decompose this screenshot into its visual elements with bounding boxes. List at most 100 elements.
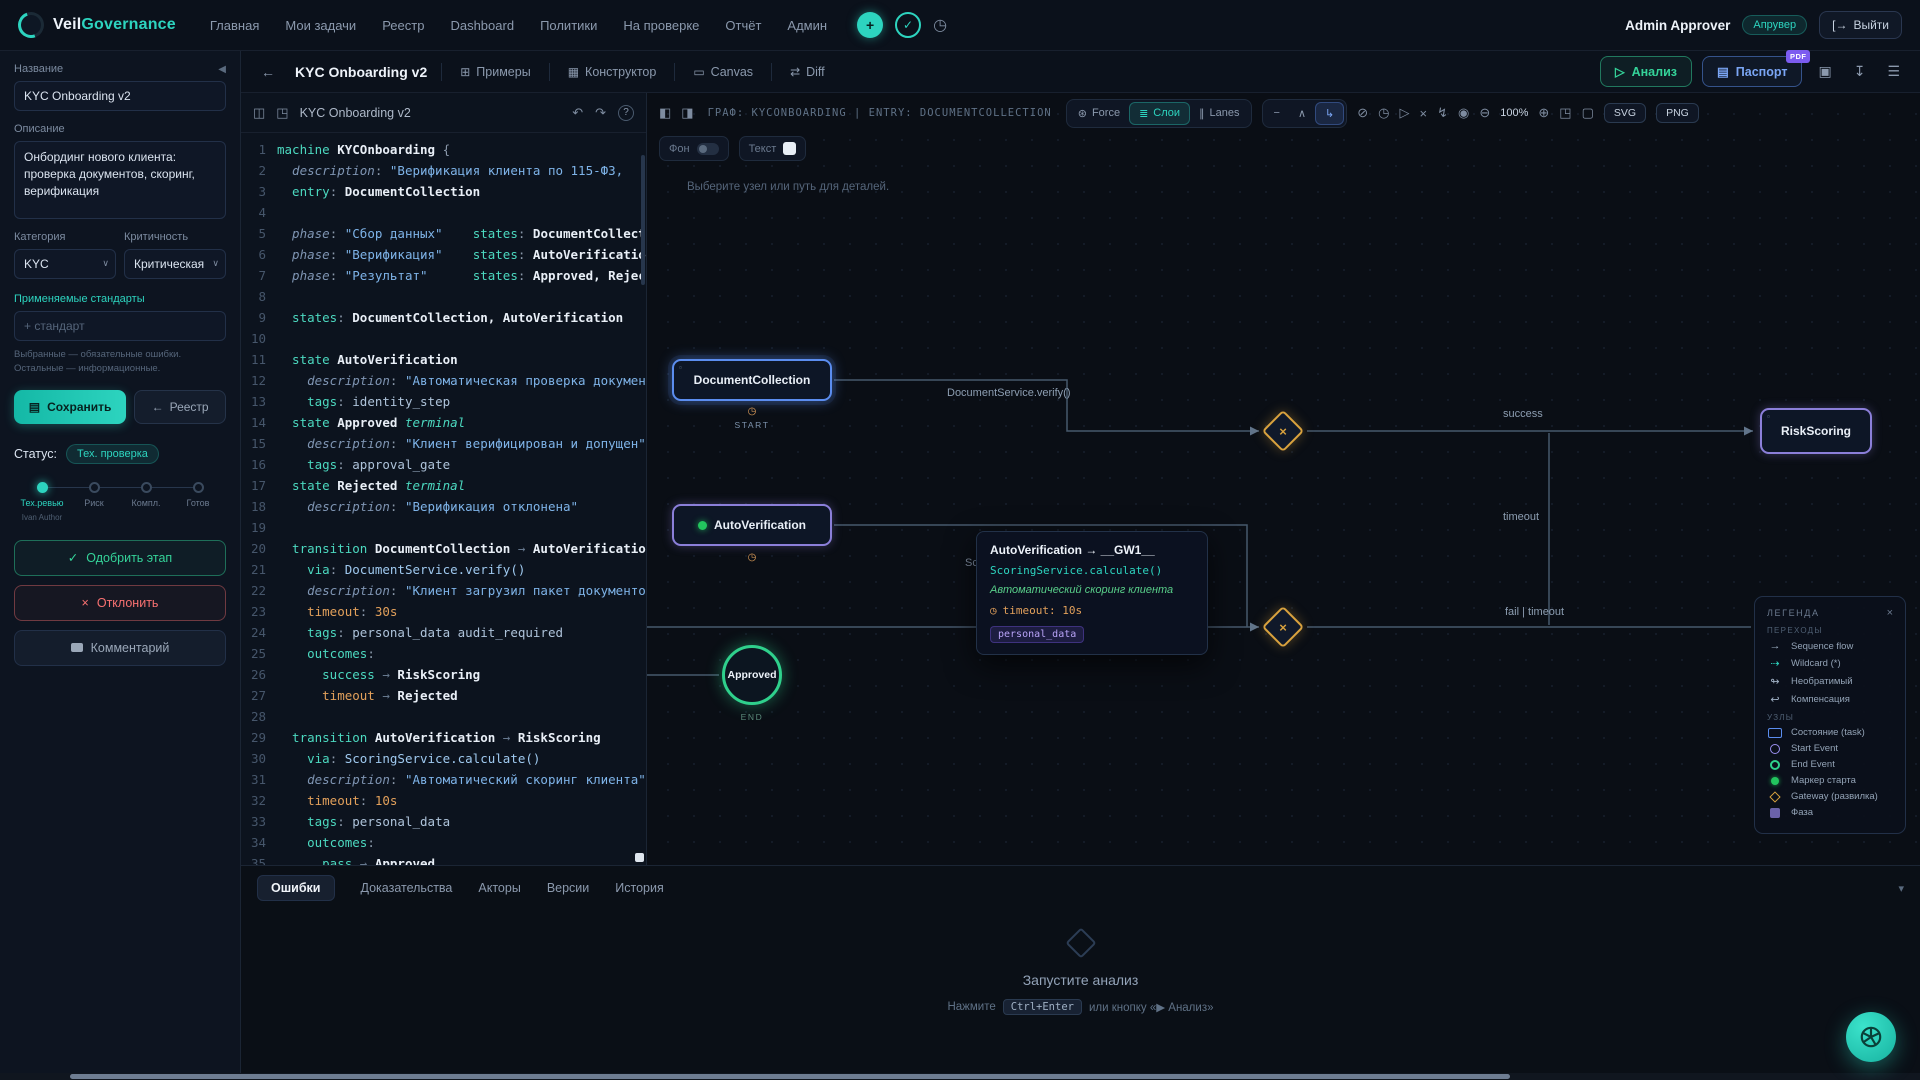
nav-item-admin[interactable]: Админ xyxy=(787,18,827,33)
name-input[interactable] xyxy=(14,81,226,111)
curve-button[interactable]: ∧ xyxy=(1289,103,1315,124)
zoom-in-icon[interactable]: ⊕ xyxy=(1538,105,1549,121)
snapshot-icon: ▣ xyxy=(1818,63,1831,79)
logo[interactable]: VeilGovernance xyxy=(18,12,176,38)
force-mode-button[interactable]: ⊛Force xyxy=(1069,103,1129,124)
canvas-toolbar: ◧ ◨ ГРАФ: KYCONBOARDING | ENTRY: DOCUMEN… xyxy=(647,93,1920,133)
passport-button[interactable]: ▤ПаспортPDF xyxy=(1702,56,1802,87)
layers-icon: ≣ xyxy=(1139,107,1148,120)
nav-item-report[interactable]: Отчёт xyxy=(725,18,761,33)
criticality-select[interactable]: Критическая∨ xyxy=(124,249,226,279)
settings-button[interactable]: ☰ xyxy=(1881,59,1906,84)
canvas-button[interactable]: ▭Canvas xyxy=(683,59,763,85)
edge-label-timeout[interactable]: timeout xyxy=(1503,511,1539,523)
tooltip-timeout: ◷timeout: 10s xyxy=(990,604,1194,617)
approve-stage-button[interactable]: ✓Одобрить этап xyxy=(14,540,226,576)
code-editor[interactable]: 1234567891011121314151617181920212223242… xyxy=(241,133,646,865)
step-tech-review[interactable]: Тех.ревью Ivan Author xyxy=(16,482,68,522)
lanes-mode-button[interactable]: ∥Lanes xyxy=(1190,103,1248,124)
timer-icon[interactable]: ◷ xyxy=(1378,105,1389,121)
play-simulation-icon[interactable]: ▷ xyxy=(1399,105,1409,121)
panel-right-icon[interactable]: ◨ xyxy=(681,105,693,121)
graph-edges xyxy=(647,93,1920,865)
panel-left-icon[interactable]: ◧ xyxy=(659,105,671,121)
snapshot-button[interactable]: ▣ xyxy=(1812,59,1837,84)
layers-mode-button[interactable]: ≣Слои xyxy=(1129,102,1190,125)
registry-button[interactable]: ←Реестр xyxy=(134,390,226,424)
save-button[interactable]: ▤Сохранить xyxy=(14,390,126,424)
floating-action-button[interactable] xyxy=(1846,1012,1896,1062)
verify-status-button[interactable]: ✓ xyxy=(895,12,921,38)
examples-button[interactable]: ⊞Примеры xyxy=(450,59,540,85)
standards-input[interactable] xyxy=(14,311,226,341)
reject-button[interactable]: ×Отклонить xyxy=(14,585,226,621)
category-select[interactable]: KYC∨ xyxy=(14,249,116,279)
undo-icon[interactable]: ↶ xyxy=(572,105,583,121)
nav-item-my-tasks[interactable]: Мои задачи xyxy=(285,18,356,33)
node-risk-scoring[interactable]: ▫ RiskScoring xyxy=(1760,408,1872,454)
scrollbar-thumb[interactable] xyxy=(70,1074,1510,1079)
edge-label-fail-timeout[interactable]: fail | timeout xyxy=(1505,606,1564,618)
nav-item-policies[interactable]: Политики xyxy=(540,18,597,33)
nav-item-home[interactable]: Главная xyxy=(210,18,259,33)
lock-icon[interactable]: ⊘ xyxy=(1357,105,1368,121)
legend-item-phase: Фаза xyxy=(1767,807,1893,818)
code-editor-panel: ◫ ◳ KYC Onboarding v2 ↶ ↷ ? 123456789101… xyxy=(241,93,647,865)
node-auto-verification[interactable]: AutoVerification xyxy=(672,504,832,546)
canvas-icon: ▭ xyxy=(693,65,704,79)
export-png-button[interactable]: PNG xyxy=(1656,103,1699,123)
zoom-out-icon[interactable]: ⊖ xyxy=(1479,105,1490,121)
collapse-sidebar-icon[interactable]: ◀ xyxy=(218,64,226,75)
tab-errors[interactable]: Ошибки xyxy=(257,875,335,901)
create-button[interactable]: + xyxy=(857,12,883,38)
close-icon: × xyxy=(82,596,89,610)
graph-canvas[interactable]: ◧ ◨ ГРАФ: KYCONBOARDING | ENTRY: DOCUMEN… xyxy=(647,93,1920,865)
constructor-button[interactable]: ▦Конструктор xyxy=(558,59,667,85)
step-ready[interactable]: Готов xyxy=(172,482,224,522)
description-textarea[interactable]: Онбординг нового клиента: проверка докум… xyxy=(14,141,226,219)
back-button[interactable]: ← xyxy=(255,60,281,84)
background-toggle[interactable]: Фон xyxy=(659,136,729,161)
collapse-panel-icon[interactable]: ▾ xyxy=(1898,882,1904,895)
help-icon[interactable]: ? xyxy=(618,105,634,121)
fullscreen-icon[interactable]: ▢ xyxy=(1582,105,1594,121)
bolt-icon[interactable]: ↯ xyxy=(1437,105,1448,121)
editor-vertical-scrollbar[interactable] xyxy=(641,155,645,285)
history-clock-icon[interactable]: ◷ xyxy=(933,15,947,35)
panel-toggle-icon[interactable]: ◫ xyxy=(253,105,265,121)
edge-label-verify[interactable]: DocumentService.verify() xyxy=(947,387,1070,399)
code-lines: machine KYCOnboarding { description: "Ве… xyxy=(277,139,646,865)
download-button[interactable]: ↧ xyxy=(1848,59,1872,84)
tab-evidence[interactable]: Доказательства xyxy=(361,881,453,895)
tab-history[interactable]: История xyxy=(615,881,663,895)
fit-view-icon[interactable]: ◳ xyxy=(1559,105,1571,121)
export-svg-button[interactable]: SVG xyxy=(1604,103,1646,123)
expand-icon[interactable]: ◳ xyxy=(276,105,288,121)
node-approved[interactable]: Approved xyxy=(722,645,782,705)
legend-item-wildcard: ⇢Wildcard (*) xyxy=(1767,657,1893,670)
nav-item-registry[interactable]: Реестр xyxy=(382,18,424,33)
tab-versions[interactable]: Версии xyxy=(547,881,589,895)
nav-item-review[interactable]: На проверке xyxy=(623,18,699,33)
legend-close-icon[interactable]: × xyxy=(1887,607,1893,619)
orthogonal-button[interactable]: ↳ xyxy=(1315,102,1344,125)
horizontal-scrollbar[interactable] xyxy=(0,1073,1920,1080)
chevron-down-icon: ∨ xyxy=(102,258,109,269)
nav-item-dashboard[interactable]: Dashboard xyxy=(450,18,514,33)
minus-button[interactable]: − xyxy=(1265,103,1289,123)
comment-button[interactable]: Комментарий xyxy=(14,630,226,666)
download-icon: ↧ xyxy=(1854,63,1866,79)
text-color-control[interactable]: Текст xyxy=(739,136,807,161)
tab-actors[interactable]: Акторы xyxy=(478,881,520,895)
node-document-collection[interactable]: ▫ DocumentCollection xyxy=(672,359,832,401)
editor-scroll-thumb[interactable] xyxy=(635,853,644,862)
actors-icon[interactable]: ◉ xyxy=(1458,105,1469,121)
clear-icon[interactable]: × xyxy=(1419,106,1427,121)
redo-icon[interactable]: ↷ xyxy=(595,105,606,121)
logout-button[interactable]: [→Выйти xyxy=(1819,11,1902,39)
step-risk[interactable]: Риск xyxy=(68,482,120,522)
diff-button[interactable]: ⇄Diff xyxy=(780,59,835,85)
analyze-button[interactable]: ▷Анализ xyxy=(1600,56,1692,87)
step-compliance[interactable]: Компл. xyxy=(120,482,172,522)
edge-label-success[interactable]: success xyxy=(1503,408,1543,420)
